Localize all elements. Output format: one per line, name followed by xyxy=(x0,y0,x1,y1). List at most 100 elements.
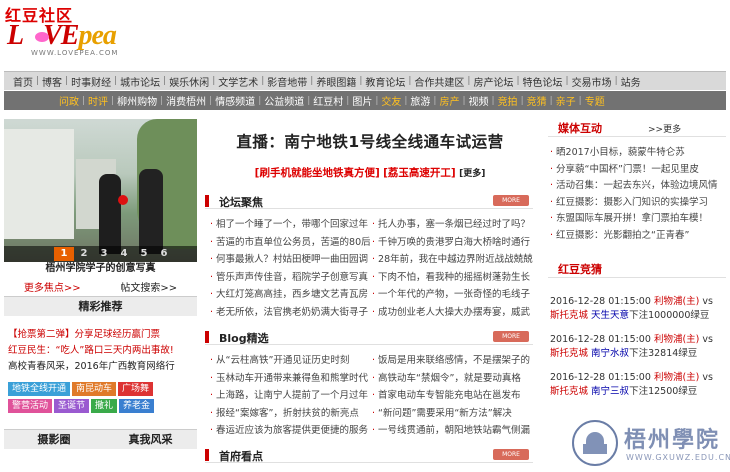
sub-link-1[interactable]: [刷手机就能坐地铁真方便] xyxy=(255,167,380,179)
subnav-item[interactable]: 竞猜 xyxy=(524,93,550,108)
style-title[interactable]: 真我风采 xyxy=(104,429,197,449)
list-item[interactable]: · 红豆摄影：摄影入门知识的实操学习 xyxy=(550,195,726,212)
forum-more-button[interactable]: MORE xyxy=(493,195,529,206)
nav-item[interactable]: 博客 xyxy=(39,74,65,89)
subnav-item[interactable]: 旅游 xyxy=(407,93,433,108)
list-item[interactable]: · 老无所依，法官携老奶奶满大街寻子 xyxy=(210,304,370,322)
item-text[interactable]: 苦逼的市直单位公务员，苦逼的80后 xyxy=(216,237,370,248)
list-item[interactable]: · 红豆摄影：光影翻拍之“正青春” xyxy=(550,228,726,245)
item-text[interactable]: 首家电动车专智能充电站在邕发布 xyxy=(378,390,521,401)
item-text[interactable]: 成功创业老人大操大办摆寿宴，威武 xyxy=(378,307,530,318)
item-text[interactable]: 老无所依，法官携老奶奶满大街寻子 xyxy=(216,307,368,318)
list-item[interactable]: · 分享藐“中国杯”门票！一起见里皮 xyxy=(550,162,726,179)
match-row[interactable]: 2016-12-28 01:15:00 利物浦(主) vs xyxy=(550,371,726,385)
item-text[interactable]: 玉林动车开通带来兼得鱼和熊掌时代 xyxy=(216,373,368,384)
team-home[interactable]: 利物浦(主) xyxy=(654,296,699,307)
subnav-item[interactable]: 竞拍 xyxy=(495,93,521,108)
nav-item[interactable]: 文学艺术 xyxy=(215,74,261,89)
subnav-item[interactable]: 房产 xyxy=(436,93,462,108)
item-text[interactable]: 东盟国际车展开拼！拿门票拍车模！ xyxy=(556,213,708,224)
list-item[interactable]: 红豆民生：“吃人”路口三天内两出事故! xyxy=(8,343,198,359)
sports-more-button[interactable]: MORE xyxy=(493,449,529,460)
nav-item[interactable]: 站务 xyxy=(618,74,644,89)
item-text[interactable]: 分享藐“中国杯”门票！一起见里皮 xyxy=(556,164,699,175)
item-text[interactable]: 2016年广西教育网络行 xyxy=(75,361,175,372)
item-text[interactable]: 一个年代的产物，一张奇怪的毛线子 xyxy=(378,289,530,300)
sub-link-2[interactable]: [荔玉高速开工] xyxy=(383,167,456,179)
subnav-item[interactable]: 消费梧州 xyxy=(163,93,209,108)
item-text[interactable]: 红豆摄影：光影翻拍之“正青春” xyxy=(556,230,689,241)
item-text[interactable]: 从“云柱高铁”开通见证历史时刻 xyxy=(216,355,349,366)
item-text[interactable]: 28年前，我在中越边界附近战战兢兢 xyxy=(378,254,533,265)
team-home[interactable]: 利物浦(主) xyxy=(654,372,699,383)
sub-more-link[interactable]: [更多] xyxy=(459,169,485,179)
list-item[interactable]: · 东盟国际车展开拼！拿门票拍车模！ xyxy=(550,211,726,228)
item-text[interactable]: 下肉不怕，看我种的摇摇树蓬勃生长 xyxy=(378,272,530,283)
item-text[interactable]: 报经“案嫁客”，折射扶贫的新亮点 xyxy=(216,408,359,419)
list-item[interactable]: · 托人办事，塞一条烟已经过时了吗？ xyxy=(372,216,534,234)
subnav-item[interactable]: 红豆村 xyxy=(310,93,346,108)
list-item[interactable]: · 相了一个睡了一个，带哪个回家过年 xyxy=(210,216,370,234)
item-text[interactable]: 活动召集：一起去东兴，体验边境风情 xyxy=(556,180,718,191)
tag-link[interactable]: 养老金 xyxy=(119,399,155,413)
item-text[interactable]: “吃人”路口三天内两出事故! xyxy=(56,345,174,356)
list-item[interactable]: · 苦逼的市直单位公务员，苦逼的80后 xyxy=(210,234,370,252)
bettor-name[interactable]: 南宁三叔 xyxy=(591,386,629,397)
list-item[interactable]: · 上海路，让南宁人提前了一个月过年 xyxy=(210,387,370,405)
item-text[interactable]: 大红灯笼高高挂，西乡塘文艺青瓦房 xyxy=(216,289,368,300)
list-item[interactable]: · 从“云柱高铁”开通见证历史时刻 xyxy=(210,352,370,370)
subnav-item[interactable]: 柳州购物 xyxy=(114,93,160,108)
match-bet-row[interactable]: 斯托克城 天生天意下注1000000绿豆 xyxy=(550,309,726,323)
more-focus-link[interactable]: 更多焦点>> xyxy=(24,279,81,294)
post-search-link[interactable]: 帖文搜索>> xyxy=(120,279,177,294)
list-item[interactable]: · 玉林动车开通带来兼得鱼和熊掌时代 xyxy=(210,370,370,388)
slideshow-page[interactable]: 5 xyxy=(134,247,154,261)
subnav-item[interactable]: 交友 xyxy=(378,93,404,108)
tag-link[interactable]: 警营活动 xyxy=(8,399,53,413)
subnav-item[interactable]: 情感频道 xyxy=(212,93,258,108)
list-item[interactable]: · 28年前，我在中越边界附近战战兢兢 xyxy=(372,251,534,269)
list-item[interactable]: · 大红灯笼高高挂，西乡塘文艺青瓦房 xyxy=(210,286,370,304)
focus-slideshow[interactable]: 123456 梧州学院学子的创意写真 xyxy=(4,119,197,276)
match-bet-row[interactable]: 斯托克城 南宁水叔下注32814绿豆 xyxy=(550,347,726,361)
subnav-item[interactable]: 亲子 xyxy=(553,93,579,108)
list-item[interactable]: · 成功创业老人大操大办摆寿宴，威武 xyxy=(372,304,534,322)
photo-circle-title[interactable]: 摄影圈 xyxy=(4,429,104,449)
slideshow-page[interactable]: 3 xyxy=(94,247,114,261)
subnav-item[interactable]: 时评 xyxy=(85,93,111,108)
item-text[interactable]: 上海路，让南宁人提前了一个月过年 xyxy=(216,390,368,401)
match-row[interactable]: 2016-12-28 01:15:00 利物浦(主) vs xyxy=(550,333,726,347)
site-logo[interactable]: 红豆社区 L VEpea WWW.LOVEPEA.COM xyxy=(5,2,145,60)
slideshow-caption[interactable]: 梧州学院学子的创意写真 xyxy=(4,262,197,276)
headline[interactable]: 直播：南宁地铁1号线全线通车试运营 xyxy=(205,130,535,152)
nav-item[interactable]: 首页 xyxy=(10,74,36,89)
item-text[interactable]: 红豆摄影：摄影入门知识的实操学习 xyxy=(556,197,708,208)
item-text[interactable]: 托人办事，塞一条烟已经过时了吗？ xyxy=(378,219,530,230)
team-away[interactable]: 斯托克城 xyxy=(550,310,588,321)
slideshow-page[interactable]: 6 xyxy=(154,247,174,261)
item-text[interactable]: “新问题”需要采用“新方法”解决 xyxy=(378,408,512,419)
subnav-item[interactable]: 视频 xyxy=(466,93,492,108)
item-text[interactable]: 分享足球经历赢门票 xyxy=(75,329,161,340)
subnav-item[interactable]: 图片 xyxy=(349,93,375,108)
item-text[interactable]: 春运近应该为旅客提供更便捷的服务 xyxy=(216,425,368,436)
list-item[interactable]: 【抢票第二弹】分享足球经历赢门票 xyxy=(8,327,198,343)
media-more-link[interactable]: >>更多 xyxy=(648,122,681,135)
nav-item[interactable]: 城市论坛 xyxy=(117,74,163,89)
subnav-item[interactable]: 问政 xyxy=(56,93,82,108)
list-item[interactable]: · 一号线贯通前，朝阳地铁站霸气侧漏 xyxy=(372,422,534,440)
team-away[interactable]: 斯托克城 xyxy=(550,348,588,359)
list-item[interactable]: 高校青春风采，2016年广西教育网络行 xyxy=(8,359,198,375)
nav-item[interactable]: 特色论坛 xyxy=(520,74,566,89)
tag-link[interactable]: 广场舞 xyxy=(118,382,154,396)
list-item[interactable]: · 活动召集：一起去东兴，体验边境风情 xyxy=(550,178,726,195)
list-item[interactable]: · 何事最揪人？村姑田梗呷一曲田园调 xyxy=(210,251,370,269)
item-text[interactable]: 何事最揪人？村姑田梗呷一曲田园调 xyxy=(216,254,368,265)
team-away[interactable]: 斯托克城 xyxy=(550,386,588,397)
bettor-name[interactable]: 天生天意 xyxy=(591,310,629,321)
list-item[interactable]: · 千钟万唤的贵港罗白海大桥啥时通行 xyxy=(372,234,534,252)
tag-link[interactable]: 撒礼 xyxy=(91,399,118,413)
slideshow-page[interactable]: 4 xyxy=(114,247,134,261)
list-item[interactable]: · 首家电动车专智能充电站在邕发布 xyxy=(372,387,534,405)
subnav-item[interactable]: 专题 xyxy=(582,93,608,108)
